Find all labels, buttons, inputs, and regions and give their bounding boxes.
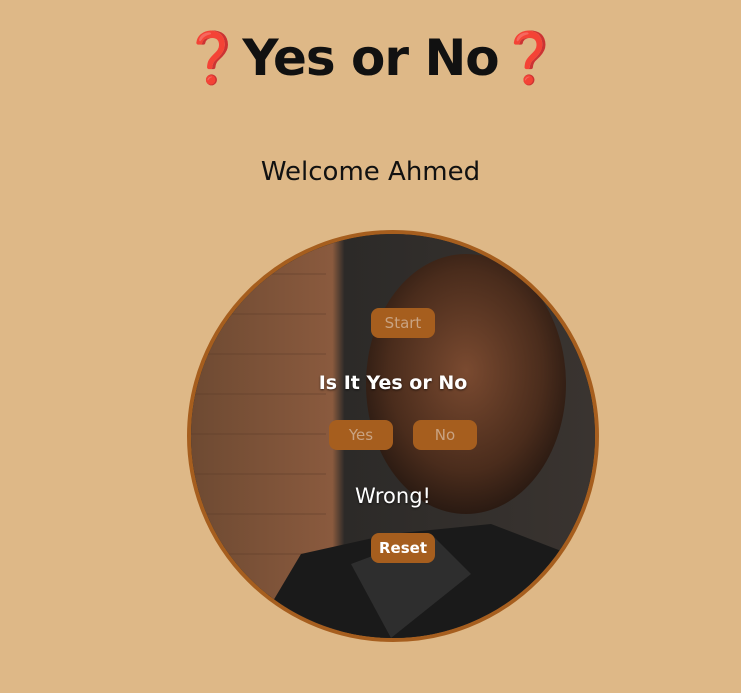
question-mark-icon: ❓ [181,29,243,87]
background-photo [191,234,595,638]
question-text: Is It Yes or No [318,372,468,394]
reset-button[interactable]: Reset [371,533,435,563]
yes-button[interactable]: Yes [329,420,393,450]
welcome-message: Welcome Ahmed [260,157,481,187]
question-mark-icon: ❓ [498,29,561,87]
no-button[interactable]: No [413,420,477,450]
page-title: ❓Yes or No❓ [0,26,741,90]
result-text: Wrong! [355,484,431,508]
start-button[interactable]: Start [371,308,435,338]
title-text: Yes or No [242,29,499,87]
game-circle: Start Is It Yes or No Yes No Wrong! Rese… [187,230,599,642]
